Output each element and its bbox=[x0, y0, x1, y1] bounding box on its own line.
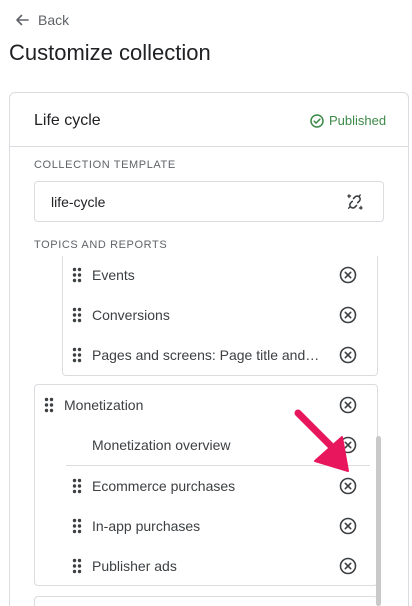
topics-section-label: TOPICS AND REPORTS bbox=[34, 239, 168, 251]
drag-handle-icon[interactable] bbox=[72, 267, 82, 283]
unlink-icon[interactable] bbox=[345, 192, 365, 212]
report-row[interactable]: Conversions bbox=[72, 295, 312, 335]
topic-row-monetization[interactable]: Monetization bbox=[44, 385, 304, 425]
report-label: Publisher ads bbox=[92, 558, 177, 574]
template-field[interactable]: life-cycle bbox=[34, 181, 384, 222]
status-badge: Published bbox=[310, 113, 386, 128]
topic-label: Monetization bbox=[64, 397, 144, 413]
check-circle-icon bbox=[310, 113, 324, 128]
report-label: Events bbox=[92, 267, 135, 283]
panel-divider bbox=[10, 146, 408, 147]
annotation-arrow-icon bbox=[294, 409, 349, 472]
page-title: Customize collection bbox=[9, 40, 211, 65]
report-label: In-app purchases bbox=[92, 518, 201, 534]
remove-icon[interactable] bbox=[339, 266, 357, 284]
drag-handle-icon[interactable] bbox=[72, 558, 82, 574]
report-label: Pages and screens: Page title and… bbox=[92, 347, 320, 363]
report-label: Monetization overview bbox=[92, 437, 231, 453]
report-row[interactable]: Ecommerce purchases bbox=[72, 466, 312, 506]
report-label: Ecommerce purchases bbox=[92, 478, 236, 494]
back-label: Back bbox=[38, 12, 70, 28]
report-row[interactable]: Events bbox=[72, 255, 312, 295]
report-label: Conversions bbox=[92, 307, 170, 323]
report-row[interactable]: In-app purchases bbox=[72, 506, 312, 546]
remove-icon[interactable] bbox=[339, 346, 357, 364]
template-value: life-cycle bbox=[51, 193, 106, 210]
status-label: Published bbox=[329, 113, 387, 128]
remove-icon[interactable] bbox=[339, 517, 357, 535]
drag-handle-icon[interactable] bbox=[72, 307, 82, 323]
template-section-label: COLLECTION TEMPLATE bbox=[34, 159, 176, 171]
topic-group-next bbox=[34, 596, 378, 606]
arrow-left-icon bbox=[16, 14, 29, 26]
report-row[interactable]: Publisher ads bbox=[72, 546, 312, 586]
report-row[interactable]: Monetization overview bbox=[92, 425, 322, 465]
report-row[interactable]: Pages and screens: Page title and… bbox=[72, 335, 332, 375]
drag-handle-icon[interactable] bbox=[72, 478, 82, 494]
remove-icon[interactable] bbox=[339, 306, 357, 324]
drag-handle-icon[interactable] bbox=[72, 518, 82, 534]
collection-name: Life cycle bbox=[34, 112, 101, 129]
scrollbar-thumb[interactable] bbox=[376, 436, 381, 606]
drag-handle-icon[interactable] bbox=[44, 397, 54, 413]
drag-handle-icon[interactable] bbox=[72, 347, 82, 363]
remove-icon[interactable] bbox=[339, 557, 357, 575]
back-button[interactable]: Back bbox=[14, 10, 69, 30]
